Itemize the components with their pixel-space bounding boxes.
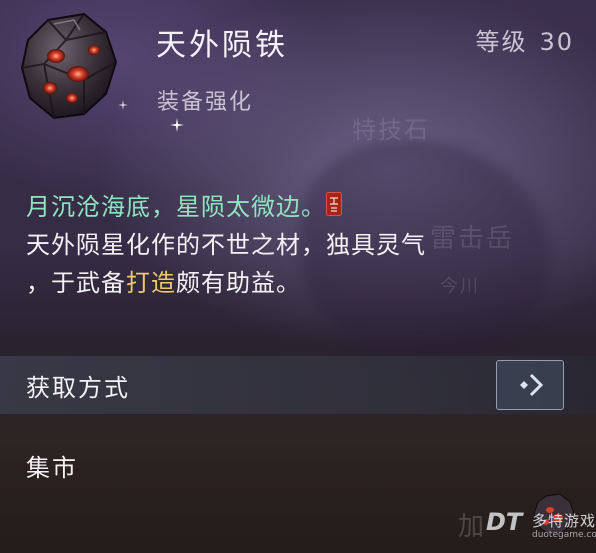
description-line: 天外陨星化作的不世之材，独具灵气: [26, 231, 426, 259]
description-text: 颇有助益。: [176, 269, 301, 297]
chevron-right-icon: [520, 373, 544, 397]
acquire-method-label: 获取方式: [26, 374, 130, 402]
item-category: 装备强化: [157, 90, 254, 115]
item-name: 天外陨铁: [156, 28, 288, 63]
item-level: 等级 30: [475, 22, 574, 57]
acquire-source-market[interactable]: 集市: [26, 448, 78, 483]
watermark-url: duotegame.com: [532, 530, 596, 540]
watermark-name: 多特游戏: [532, 512, 596, 530]
description-text: ，于武备: [26, 269, 126, 297]
site-watermark: DT 多特游戏 duotegame.com: [486, 508, 596, 548]
level-label: 等级: [475, 28, 528, 56]
acquire-method-button[interactable]: [496, 360, 564, 410]
item-description: 月沉沧海底，星陨太微边。 天外陨星化作的不世之材，独具灵气 ，于武备打造颇有助益…: [26, 188, 576, 302]
description-poem: 月沉沧海底，星陨太微边。: [26, 193, 326, 221]
sparkle-icon: [118, 100, 128, 110]
partial-button-text: 加: [458, 512, 485, 542]
watermark-logo: DT: [486, 508, 523, 536]
background-ghost-text: 特技石: [352, 116, 430, 144]
seal-stamp-icon: [326, 192, 342, 216]
meteorite-ore-icon: [20, 12, 118, 120]
sparkle-icon: [170, 118, 184, 132]
description-poem-line: 月沉沧海底，星陨太微边。: [26, 188, 576, 226]
item-tooltip-panel: 特技石 雷击岳 今川 天外陨铁 装备强化 等级 30 月沉沧海底，星陨太微边。 …: [0, 0, 596, 553]
description-line: ，于武备打造颇有助益。: [26, 264, 576, 302]
level-value: 30: [539, 28, 574, 56]
description-highlight: 打造: [126, 269, 176, 297]
acquire-method-row: 获取方式: [0, 356, 596, 414]
